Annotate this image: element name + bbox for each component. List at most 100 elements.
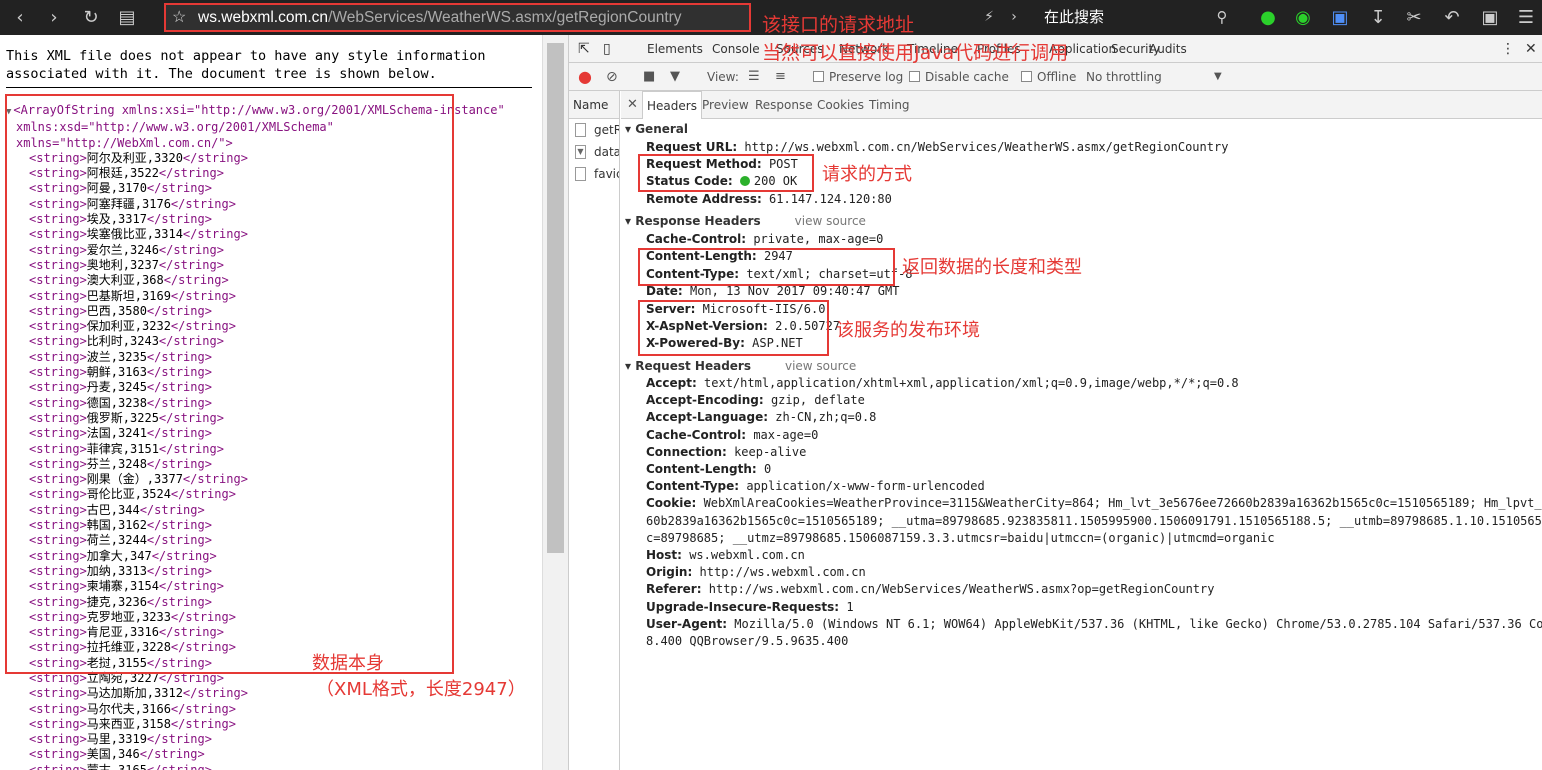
name-column-header[interactable]: Name (569, 91, 619, 119)
translate-icon[interactable]: ▣ (1326, 0, 1354, 35)
tab-headers[interactable]: Headers (642, 91, 702, 119)
request-headers-section[interactable]: ▾ Request Headers view source (625, 359, 856, 373)
request-header-row: 8.400 QQBrowser/9.5.9635.400 (646, 633, 848, 650)
tab-preview[interactable]: Preview (702, 91, 749, 119)
header-key: Accept: (646, 376, 697, 390)
tab-cookies[interactable]: Cookies (817, 91, 864, 119)
chevron-down-icon[interactable]: ▼ (1214, 63, 1222, 91)
header-value: text/html,application/xhtml+xml,applicat… (704, 376, 1239, 390)
section-triangle-icon: ▾ (625, 122, 636, 136)
waterfall-icon[interactable]: ≡ (775, 63, 786, 91)
close-icon[interactable]: ✕ (1525, 35, 1537, 63)
xml-string-element: <string>马尔代夫,3166</string> (29, 701, 236, 716)
forward-icon[interactable]: › (40, 0, 68, 35)
preserve-log-checkbox[interactable]: Preserve log (813, 63, 903, 91)
clear-icon[interactable]: ⊘ (606, 63, 618, 91)
reload-icon[interactable]: ↻ (77, 0, 105, 35)
url-path: /WebServices/WeatherWS.asmx/getRegionCou… (328, 9, 682, 26)
request-item[interactable]: getRegionCountry (569, 119, 619, 141)
header-value: 0 (763, 462, 772, 476)
bag-icon[interactable]: ▣ (1476, 0, 1504, 35)
request-header-row: Cache-Control: max-age=0 (646, 427, 818, 444)
request-header-row: Origin: http://ws.webxml.com.cn (646, 564, 866, 581)
tab-response[interactable]: Response (755, 91, 813, 119)
header-value: http://ws.webxml.com.cn (699, 565, 866, 580)
header-key: Cache-Control: (646, 427, 747, 442)
scrollbar-thumb[interactable] (547, 43, 564, 553)
back-icon[interactable]: ‹ (6, 0, 34, 35)
address-bar[interactable]: ☆ ws.webxml.com.cn/WebServices/WeatherWS… (164, 3, 751, 32)
xml-string-value: 马达加斯加,3312 (86, 686, 183, 701)
header-value: WebXmlAreaCookies=WeatherProvince=3115&W… (703, 496, 1542, 511)
request-header-row: Referer: http://ws.webxml.com.cn/WebServ… (646, 581, 1214, 598)
xml-viewer: This XML file does not appear to have an… (0, 35, 542, 770)
image-file-icon: ▼ (575, 145, 586, 159)
request-header-row: User-Agent: Mozilla/5.0 (Windows NT 6.1;… (646, 616, 1542, 633)
xml-notice: This XML file does not appear to have an… (6, 47, 532, 88)
header-key: Cookie: (646, 496, 697, 511)
inspect-icon[interactable]: ⇱ (578, 35, 590, 63)
header-value: http://ws.webxml.com.cn/WebServices/Weat… (708, 582, 1215, 597)
detail-tabs: ✕ Headers Preview Response Cookies Timin… (621, 91, 1542, 119)
download-icon[interactable]: ↧ (1364, 0, 1392, 35)
header-value: zh-CN,zh;q=0.8 (775, 410, 877, 425)
request-item[interactable]: favicon.ico (569, 163, 619, 185)
request-item[interactable]: ▼ data:image/png;base64 (569, 141, 619, 163)
request-list: Name getRegionCountry ▼ data:image/png;ba… (569, 91, 620, 770)
length-annotation: 返回数据的长度和类型 (902, 257, 1082, 278)
xml-string-element: <string>美国,346</string> (29, 747, 205, 762)
cat-extension-icon[interactable]: ◉ (1289, 0, 1317, 35)
file-icon (575, 167, 586, 181)
header-key: Accept-Language: (646, 410, 769, 425)
search-icon[interactable]: ⚲ (1208, 0, 1236, 35)
length-highlight-box (638, 248, 895, 286)
section-triangle-icon: ▾ (625, 359, 636, 373)
close-detail-icon[interactable]: ✕ (627, 91, 638, 119)
request-detail: ✕ Headers Preview Response Cookies Timin… (621, 91, 1542, 770)
view-label: View: (707, 70, 739, 84)
camera-icon[interactable]: ■ (643, 63, 655, 91)
throttling-select[interactable]: No throttling (1086, 63, 1162, 91)
response-headers-section[interactable]: ▾ Response Headers view source (625, 214, 866, 228)
section-triangle-icon: ▾ (625, 214, 636, 228)
disable-cache-checkbox[interactable]: Disable cache (909, 63, 1009, 91)
filter-icon[interactable]: ▼ (670, 63, 680, 91)
request-headers-title: Request Headers (635, 359, 751, 373)
lightning-icon[interactable]: ⚡ (975, 0, 1003, 35)
header-key: Host: (646, 548, 682, 562)
data-format-annotation: （XML格式，长度2947） (316, 679, 526, 700)
device-icon[interactable]: ▯ (603, 35, 611, 63)
more-options-icon[interactable]: ⋮ (1501, 35, 1515, 63)
url-annotation: 该接口的请求地址 (762, 14, 915, 36)
list-view-icon[interactable]: ☰ (748, 63, 760, 91)
header-key: Upgrade-Insecure-Requests: (646, 599, 840, 614)
xml-scrollbar[interactable] (542, 35, 568, 770)
header-key: Connection: (646, 444, 727, 459)
view-source-link[interactable]: view source (795, 214, 866, 228)
tab-timing[interactable]: Timing (869, 91, 910, 119)
record-icon[interactable]: ● (578, 63, 592, 91)
request-header-row: c=89798685; __utmz=89798685.1506087159.3… (646, 530, 1275, 547)
offline-checkbox[interactable]: Offline (1021, 63, 1076, 91)
reader-icon[interactable]: ▤ (113, 0, 141, 35)
undo-icon[interactable]: ↶ (1438, 0, 1466, 35)
general-section[interactable]: ▾ General (625, 122, 688, 136)
chevron-right-icon[interactable]: › (1000, 0, 1028, 35)
header-value: http://ws.webxml.com.cn/WebServices/Weat… (744, 140, 1229, 154)
search-box[interactable]: 在此搜索 (1044, 0, 1104, 35)
tab-console[interactable]: Console (712, 35, 760, 63)
header-key: Accept-Encoding: (646, 393, 764, 408)
server-annotation: 该服务的发布环境 (836, 320, 980, 341)
remote-address-row: Remote Address: 61.147.124.120:80 (646, 191, 892, 208)
scissors-icon[interactable]: ✂ (1400, 0, 1428, 35)
response-header-row: Cache-Control: private, max-age=0 (646, 231, 883, 248)
wechat-icon[interactable]: ● (1254, 0, 1282, 35)
bookmark-star-icon[interactable]: ☆ (172, 5, 186, 30)
tab-audits[interactable]: Audits (1149, 35, 1187, 63)
tab-elements[interactable]: Elements (647, 35, 703, 63)
view-source-link[interactable]: view source (785, 359, 856, 373)
method-annotation: 请求的方式 (822, 164, 912, 185)
header-key: Request URL: (646, 140, 738, 154)
menu-icon[interactable]: ☰ (1512, 0, 1540, 35)
request-header-row: 60b2839a16362b1565c0c=1510565189; __utma… (646, 513, 1542, 530)
